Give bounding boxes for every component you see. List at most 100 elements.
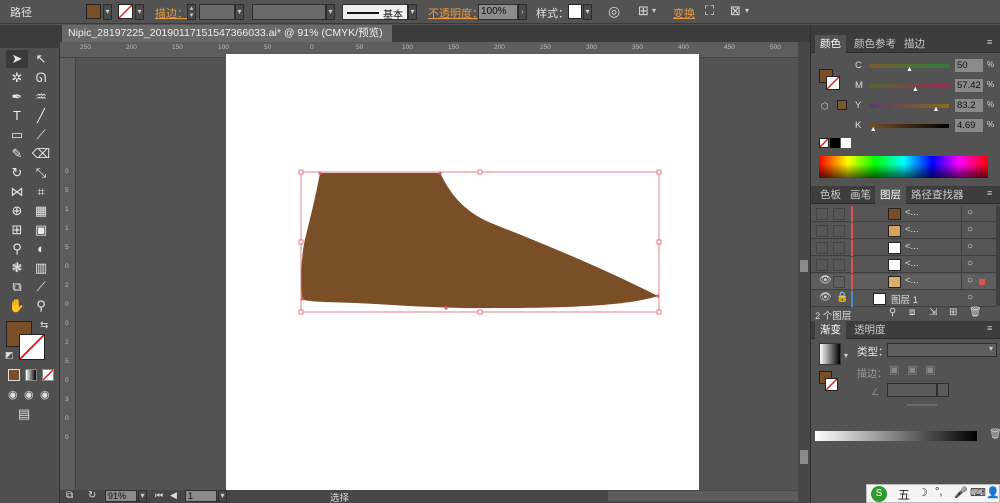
vertical-ruler[interactable]: 0 5 1 1 5 0 2 0 0 2 5 0 3 0 0 [60, 58, 76, 490]
graphic-style-swatch[interactable] [568, 4, 582, 19]
draw-behind-icon[interactable]: ◉ [24, 388, 34, 401]
rectangle-tool-icon[interactable]: ▭ [6, 126, 28, 144]
tab-layers[interactable]: 图层 [875, 186, 906, 204]
black-swatch[interactable] [830, 138, 840, 148]
tab-brushes[interactable]: 画笔 [845, 186, 876, 204]
visibility-toggle[interactable] [816, 259, 828, 271]
curvature-tool-icon[interactable]: ♒ [30, 88, 52, 106]
slice-tool-icon[interactable]: ⟋ [30, 278, 52, 296]
bounding-box-handle[interactable] [298, 239, 304, 245]
none-mode-icon[interactable] [42, 369, 54, 381]
fill-dropdown-arrow[interactable]: ▾ [103, 4, 112, 20]
blend-tool-icon[interactable]: ◐ [30, 240, 52, 258]
vertical-scroll-thumb[interactable] [800, 260, 808, 272]
visibility-toggle[interactable] [816, 225, 828, 237]
ime-toolbar[interactable]: S 五 ☽ °, 🎤 ⌨ 👤 [866, 484, 1000, 503]
sublayer-row[interactable]: <... ○ [811, 206, 996, 222]
hand-tool-icon[interactable]: ✋ [6, 297, 28, 315]
sublayer-row[interactable]: <... ○ [811, 257, 996, 273]
lasso-icon[interactable]: ᘏ [30, 69, 52, 87]
draw-normal-icon[interactable]: ◉ [8, 388, 18, 401]
perspective-grid-icon[interactable]: ▦ [30, 202, 52, 220]
free-transform-icon[interactable]: ⌗ [30, 183, 52, 201]
gradient-preview[interactable] [819, 343, 841, 365]
target-circle-icon[interactable]: ○ [967, 224, 973, 235]
visibility-eye-icon[interactable]: 👁 [819, 275, 832, 286]
gamut-color-swatch[interactable] [837, 100, 847, 110]
opacity-link[interactable]: 不透明度： [428, 5, 483, 21]
none-swatch[interactable] [819, 138, 829, 148]
gradient-tool-icon[interactable]: ▣ [30, 221, 52, 239]
visibility-toggle[interactable] [816, 242, 828, 254]
lock-toggle[interactable] [833, 225, 845, 237]
first-artboard-icon[interactable]: ⏮ [155, 490, 163, 501]
stroke-along-icon[interactable]: ▣ [907, 363, 917, 376]
pencil-tool-icon[interactable]: ✎ [6, 145, 28, 163]
eyedropper-icon[interactable]: ⚲ [6, 240, 28, 258]
color-mode-icon[interactable] [8, 369, 20, 381]
stroke-across-icon[interactable]: ▣ [925, 363, 935, 376]
lock-toggle[interactable] [833, 259, 845, 271]
gradient-angle-field[interactable] [887, 383, 937, 397]
bounding-box-handle[interactable] [656, 239, 662, 245]
zoom-dropdown[interactable]: ▾ [138, 490, 147, 502]
locate-object-icon[interactable]: ⚲ [889, 307, 896, 318]
artboard-number-field[interactable]: 1 [185, 490, 217, 502]
align-dropdown-icon[interactable]: ▾ [652, 6, 656, 15]
tab-transparency[interactable]: 透明度 [849, 321, 891, 339]
channel-slider-m[interactable] [869, 84, 949, 88]
bounding-box-handle[interactable] [477, 169, 483, 175]
stroke-color-box[interactable] [19, 334, 45, 360]
draw-inside-icon[interactable]: ◉ [40, 388, 50, 401]
visibility-toggle[interactable] [816, 208, 828, 220]
previous-artboard-icon[interactable]: ◀ [170, 490, 177, 501]
brush-definition-field[interactable]: 基本 [342, 4, 408, 21]
lock-toggle[interactable] [833, 242, 845, 254]
tab-color-guide[interactable]: 颜色参考 [849, 35, 901, 53]
channel-slider-thumb[interactable]: ▲ [933, 106, 940, 113]
target-circle-icon[interactable]: ○ [967, 258, 973, 269]
sublayer-row[interactable]: <... ○ [811, 240, 996, 256]
tab-pathfinder[interactable]: 路径查找器 [906, 186, 969, 204]
punctuation-icon[interactable]: °, [935, 486, 942, 498]
transform-link[interactable]: 变换 [673, 5, 695, 21]
delete-layer-icon[interactable]: 🗑 [969, 307, 982, 318]
anchor-point[interactable] [656, 294, 660, 298]
type-tool-icon[interactable]: T [6, 107, 28, 125]
sublayer-row[interactable]: <... ○ [811, 223, 996, 239]
variable-width-dropdown[interactable]: ▾ [326, 4, 335, 20]
clipping-mask-icon[interactable]: ⧈ [909, 307, 915, 318]
tab-swatches[interactable]: 色板 [815, 186, 846, 204]
lock-toggle[interactable] [833, 276, 845, 288]
selection-indicator[interactable] [979, 279, 985, 285]
channel-value-k[interactable]: 4.69 [955, 119, 983, 132]
swap-fill-stroke-icon[interactable]: ⇆ [40, 320, 48, 331]
tab-color[interactable]: 颜色 [815, 35, 846, 53]
anchor-point[interactable] [438, 171, 442, 175]
artboard-tool-icon[interactable]: ⧉ [6, 278, 28, 296]
color-spectrum[interactable] [819, 156, 988, 178]
arrange-dropdown-icon[interactable]: ▾ [745, 6, 749, 15]
document-tab[interactable]: Nipic_28197225_20190117151547366033.ai* … [62, 25, 392, 42]
target-circle-icon[interactable]: ○ [967, 275, 973, 286]
paintbrush-tool-icon[interactable]: ⟋ [30, 126, 52, 144]
layer-row[interactable]: 👁 🔒 图层 1 ○ [811, 291, 996, 307]
graphic-style-dropdown[interactable]: ▾ [583, 4, 592, 20]
vertical-scroll-thumb-lower[interactable] [800, 450, 808, 464]
shape-builder-icon[interactable]: ⊕ [6, 202, 28, 220]
gradient-type-select[interactable]: ▾ [887, 343, 997, 357]
recolor-artwork-icon[interactable]: ◎ [608, 3, 620, 20]
ime-mode-label[interactable]: 五 [898, 486, 910, 503]
horizontal-scroll-thumb[interactable] [608, 491, 798, 501]
panel-menu-icon[interactable]: ≡ [987, 323, 992, 333]
sublayer-row[interactable]: 👁 <... ○ [811, 274, 996, 290]
pen-tool-icon[interactable]: ✒ [6, 88, 28, 106]
artboard-dropdown[interactable]: ▾ [218, 490, 227, 502]
bounding-box-handle[interactable] [298, 309, 304, 315]
lock-icon[interactable]: 🔒 [836, 292, 848, 303]
keyboard-icon[interactable]: ⌨ [970, 486, 986, 499]
channel-slider-thumb[interactable]: ▲ [912, 86, 919, 93]
screen-mode-icon[interactable]: ▤ [18, 406, 30, 422]
line-tool-icon[interactable]: ╱ [30, 107, 52, 125]
lock-toggle[interactable] [833, 208, 845, 220]
